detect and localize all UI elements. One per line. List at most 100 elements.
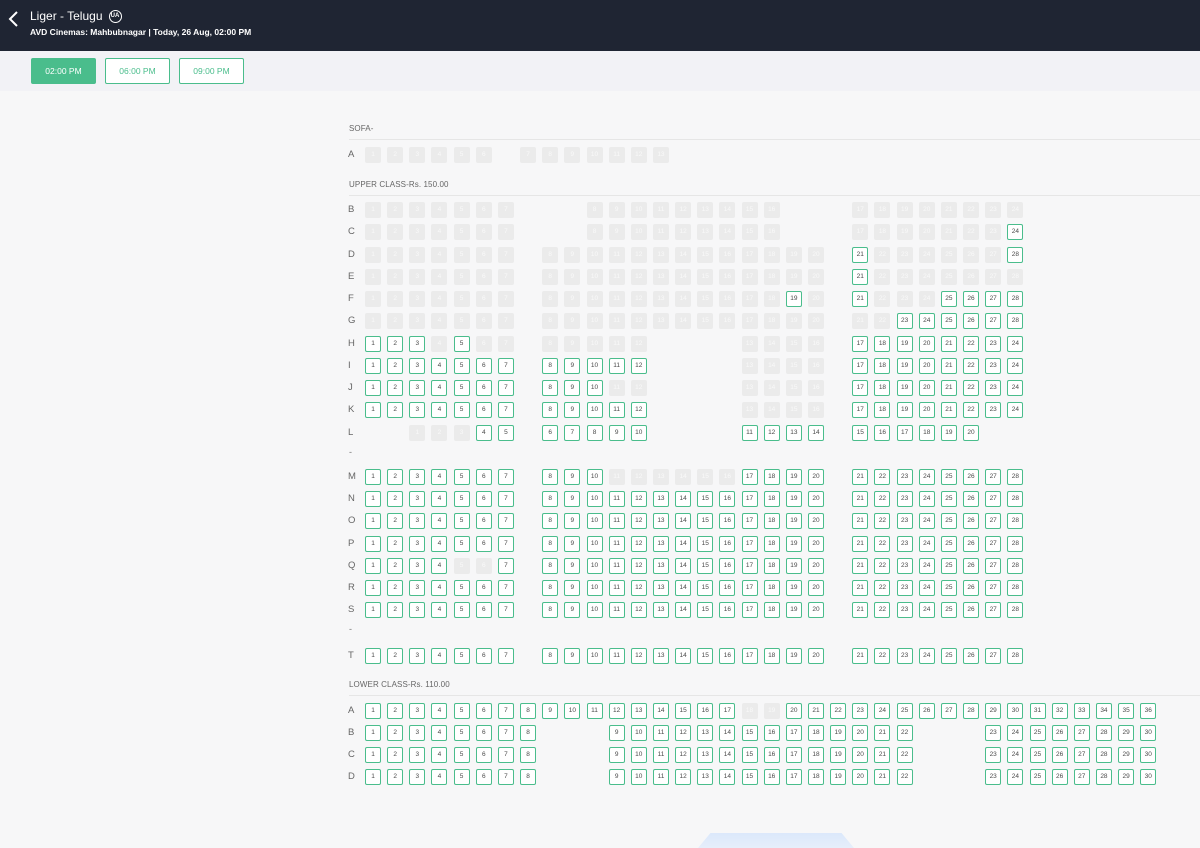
- seat[interactable]: 27: [985, 580, 1002, 596]
- seat[interactable]: 21: [940, 380, 957, 396]
- seat[interactable]: 8: [542, 536, 559, 552]
- seat[interactable]: 5: [453, 602, 470, 618]
- seat[interactable]: 19: [830, 769, 847, 785]
- seat[interactable]: 8: [542, 558, 559, 574]
- seat[interactable]: 5: [453, 513, 470, 529]
- seat[interactable]: 10: [586, 513, 603, 529]
- seat[interactable]: 4: [431, 491, 448, 507]
- seat[interactable]: 9: [564, 513, 581, 529]
- seat[interactable]: 28: [1007, 291, 1024, 307]
- seat[interactable]: 19: [785, 558, 802, 574]
- seat[interactable]: 25: [940, 491, 957, 507]
- seat[interactable]: 14: [719, 747, 736, 763]
- seat[interactable]: 10: [564, 703, 581, 719]
- seat[interactable]: 8: [520, 703, 537, 719]
- seat[interactable]: 6: [475, 358, 492, 374]
- seat[interactable]: 26: [963, 602, 980, 618]
- seat[interactable]: 6: [475, 513, 492, 529]
- seat[interactable]: 20: [808, 558, 824, 574]
- seat[interactable]: 1: [365, 769, 381, 785]
- seat[interactable]: 17: [719, 703, 736, 719]
- seat[interactable]: 12: [630, 358, 647, 374]
- seat[interactable]: 17: [741, 558, 758, 574]
- seat[interactable]: 20: [852, 769, 869, 785]
- seat[interactable]: 10: [586, 536, 603, 552]
- seat[interactable]: 12: [630, 402, 647, 418]
- seat[interactable]: 26: [963, 491, 980, 507]
- seat[interactable]: 22: [963, 402, 980, 418]
- seat[interactable]: 21: [852, 580, 869, 596]
- seat[interactable]: 20: [808, 536, 824, 552]
- seat[interactable]: 24: [918, 491, 935, 507]
- seat[interactable]: 14: [652, 703, 669, 719]
- seat[interactable]: 8: [520, 747, 537, 763]
- seat[interactable]: 25: [1029, 769, 1046, 785]
- seat[interactable]: 20: [963, 425, 980, 441]
- seat[interactable]: 1: [365, 380, 381, 396]
- seat[interactable]: 31: [1029, 703, 1046, 719]
- seat[interactable]: 11: [608, 648, 625, 664]
- seat[interactable]: 14: [675, 513, 692, 529]
- seat[interactable]: 14: [675, 648, 692, 664]
- seat[interactable]: 7: [497, 491, 514, 507]
- seat[interactable]: 5: [453, 380, 470, 396]
- seat[interactable]: 15: [741, 747, 758, 763]
- seat[interactable]: 7: [497, 580, 514, 596]
- seat[interactable]: 20: [918, 402, 935, 418]
- seat[interactable]: 1: [365, 336, 381, 352]
- seat[interactable]: 11: [608, 491, 625, 507]
- seat[interactable]: 29: [985, 703, 1002, 719]
- seat[interactable]: 4: [431, 602, 448, 618]
- seat[interactable]: 6: [475, 491, 492, 507]
- seat[interactable]: 2: [387, 703, 404, 719]
- seat[interactable]: 2: [387, 558, 404, 574]
- seat[interactable]: 24: [1007, 402, 1024, 418]
- seat[interactable]: 25: [896, 703, 913, 719]
- seat[interactable]: 13: [652, 602, 669, 618]
- seat[interactable]: 19: [785, 469, 802, 485]
- seat[interactable]: 25: [940, 558, 957, 574]
- seat[interactable]: 17: [741, 536, 758, 552]
- seat[interactable]: 12: [763, 425, 780, 441]
- seat[interactable]: 20: [852, 725, 869, 741]
- seat[interactable]: 1: [365, 602, 381, 618]
- seat[interactable]: 19: [940, 425, 957, 441]
- seat[interactable]: 3: [409, 648, 426, 664]
- seat[interactable]: 28: [1007, 313, 1024, 329]
- seat[interactable]: 3: [409, 602, 426, 618]
- seat[interactable]: 11: [608, 580, 625, 596]
- seat[interactable]: 1: [365, 491, 381, 507]
- seat[interactable]: 16: [874, 425, 891, 441]
- seat[interactable]: 22: [874, 648, 891, 664]
- seat[interactable]: 12: [630, 536, 647, 552]
- seat[interactable]: 7: [497, 513, 514, 529]
- seat[interactable]: 6: [475, 469, 492, 485]
- seat[interactable]: 9: [564, 491, 581, 507]
- seat[interactable]: 8: [542, 402, 559, 418]
- seat[interactable]: 23: [985, 747, 1002, 763]
- seat[interactable]: 22: [963, 336, 980, 352]
- seat[interactable]: 22: [896, 747, 913, 763]
- seat[interactable]: 18: [874, 402, 891, 418]
- seat[interactable]: 12: [630, 648, 647, 664]
- seat[interactable]: 3: [409, 380, 426, 396]
- seat[interactable]: 28: [1095, 725, 1112, 741]
- seat[interactable]: 21: [940, 358, 957, 374]
- seat[interactable]: 19: [830, 725, 847, 741]
- seat[interactable]: 21: [874, 769, 891, 785]
- seat[interactable]: 23: [896, 491, 913, 507]
- seat[interactable]: 26: [963, 536, 980, 552]
- seat[interactable]: 17: [785, 725, 802, 741]
- seat[interactable]: 1: [365, 648, 381, 664]
- seat[interactable]: 22: [896, 725, 913, 741]
- seat[interactable]: 26: [1051, 769, 1068, 785]
- seat[interactable]: 17: [852, 336, 869, 352]
- seat[interactable]: 13: [652, 580, 669, 596]
- seat[interactable]: 27: [985, 491, 1002, 507]
- seat[interactable]: 2: [387, 469, 404, 485]
- seat[interactable]: 10: [586, 469, 603, 485]
- seat[interactable]: 13: [785, 425, 802, 441]
- seat[interactable]: 16: [719, 558, 736, 574]
- seat[interactable]: 25: [1029, 747, 1046, 763]
- seat[interactable]: 27: [940, 703, 957, 719]
